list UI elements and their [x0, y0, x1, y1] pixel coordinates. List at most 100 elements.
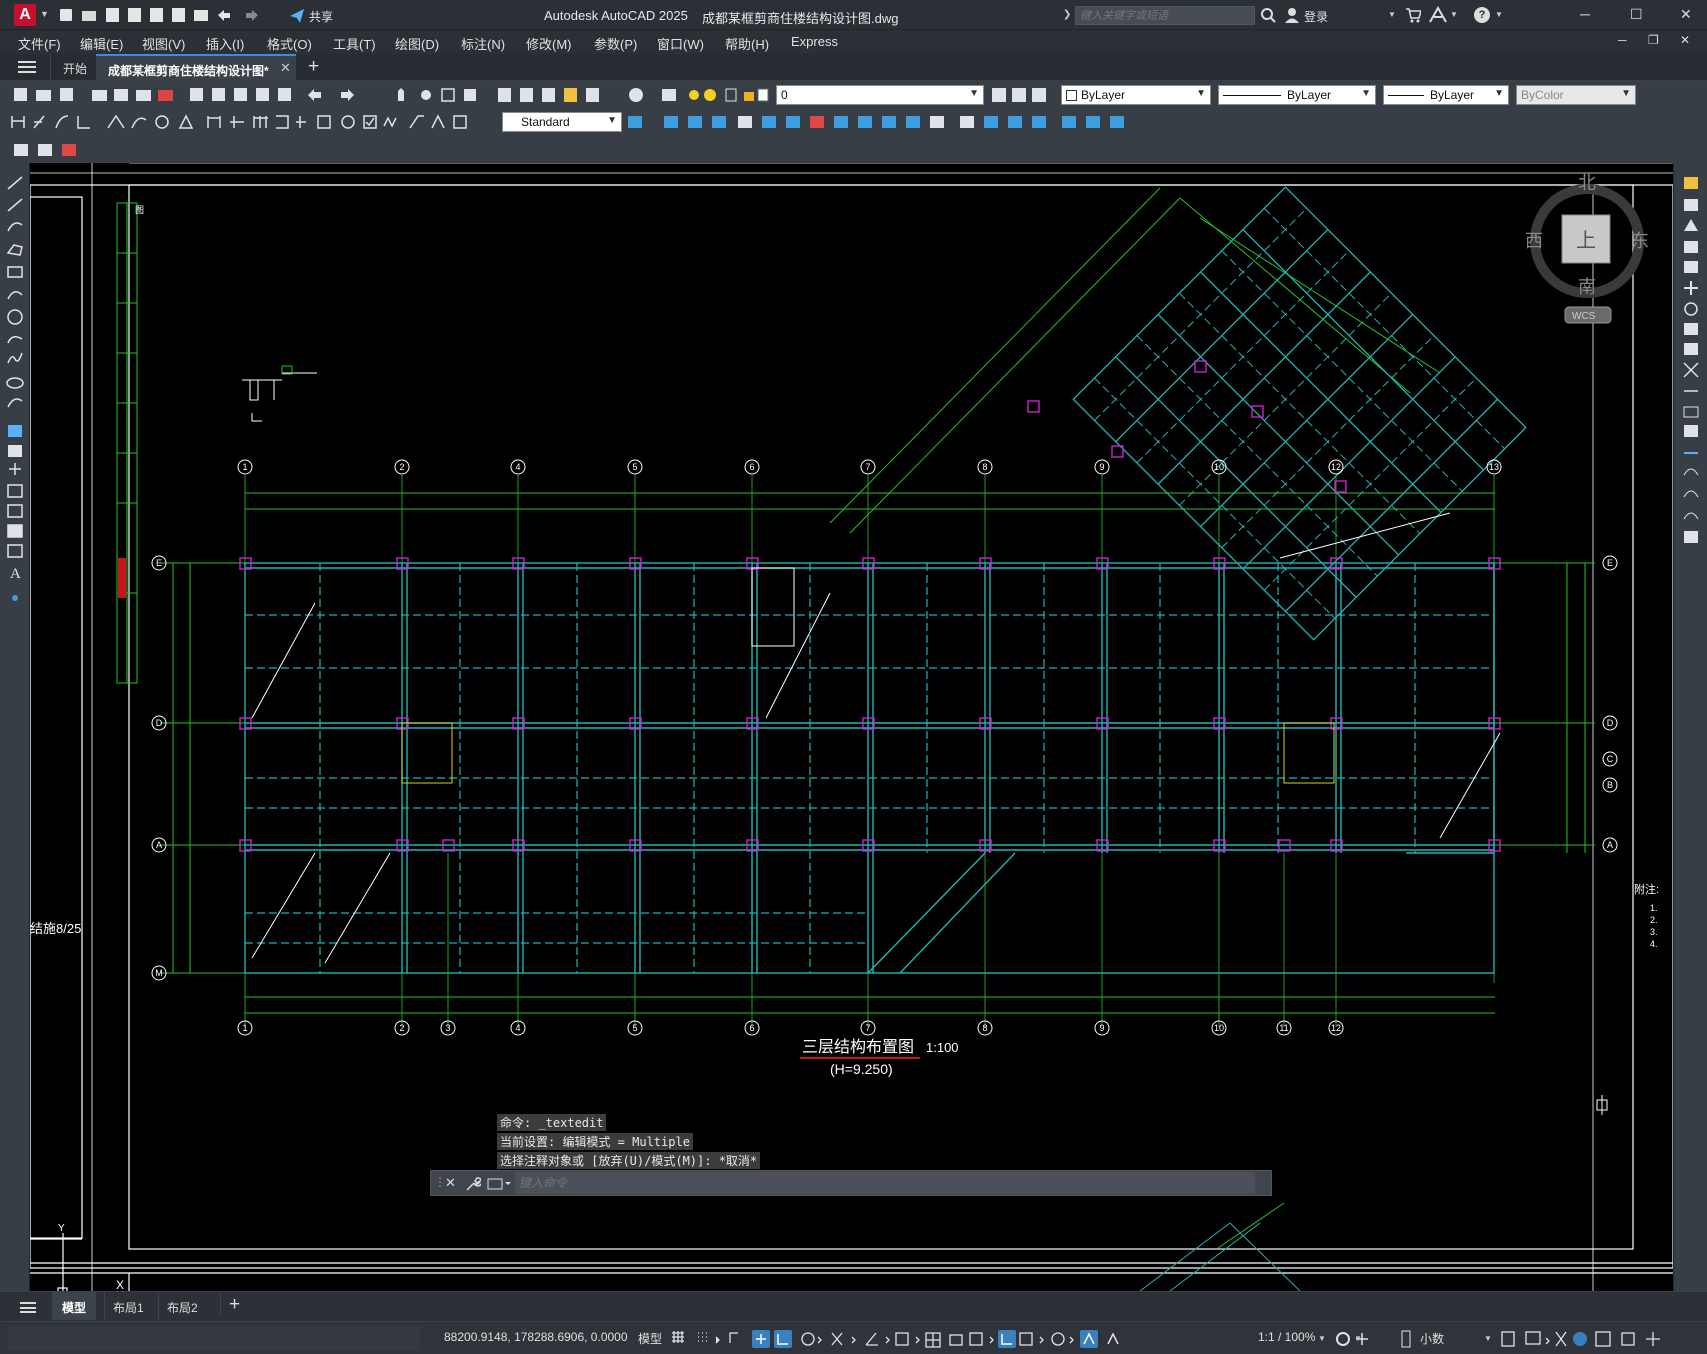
stair-annotations — [251, 512, 1501, 964]
layout-tab-bar: 模型 布局1 布局2 + — [0, 1291, 1707, 1321]
wrench-icon[interactable] — [465, 1176, 481, 1192]
modify-tool-icons[interactable] — [1674, 163, 1707, 563]
drawing-canvas[interactable]: 图 上 北 南 东 西 WCS 1 2 4 5 6 7 8 9 10 12 13… — [30, 163, 1673, 1291]
svg-text:B: B — [1607, 780, 1613, 790]
svg-text:2: 2 — [399, 1023, 404, 1033]
status-right-icons[interactable] — [1500, 1328, 1700, 1350]
doc-restore-button[interactable]: ❐ — [1648, 33, 1659, 47]
autocad-logo[interactable]: A — [14, 4, 36, 26]
add-layout-icon[interactable]: + — [220, 1294, 240, 1316]
color-dropdown[interactable]: ByLayer ▼ — [1061, 85, 1211, 105]
search-chevron-icon[interactable]: ❯ — [1063, 9, 1071, 20]
tab-drawing-active[interactable]: 成都某框剪商住楼结构设计图* — [96, 54, 296, 81]
drawing-title: 三层结构布置图 — [802, 1037, 914, 1056]
tab-layout2[interactable]: 布局2 — [158, 1292, 206, 1320]
menu-express[interactable]: Express — [791, 34, 838, 49]
misc-toolbar-icons[interactable] — [12, 140, 82, 160]
layout-menu-icon[interactable] — [20, 1302, 36, 1313]
command-close-icon[interactable]: ✕ — [445, 1175, 456, 1191]
tab-start[interactable]: 开始 — [50, 54, 99, 81]
textstyle-dropdown[interactable]: Standard ▼ — [502, 112, 622, 132]
layer-dropdown[interactable]: 0 ▼ — [776, 85, 984, 105]
dimension-toolbar-icons[interactable] — [8, 112, 503, 132]
secondary-beams — [245, 563, 1494, 973]
menu-dimension[interactable]: 标注(N) — [461, 34, 505, 53]
open-icon — [82, 11, 96, 21]
layer-state-icons[interactable] — [660, 85, 770, 105]
draw-tool-icons[interactable]: A — [0, 163, 30, 623]
menu-parametric[interactable]: 参数(P) — [594, 34, 637, 53]
units-dropdown-icon[interactable]: ▼ — [1484, 1334, 1492, 1343]
menu-tools[interactable]: 工具(T) — [333, 34, 376, 53]
menu-draw[interactable]: 绘图(D) — [395, 34, 439, 53]
plot-icon — [194, 10, 208, 21]
doc-minimize-button[interactable]: ─ — [1618, 33, 1627, 47]
model-space-toggle[interactable]: 模型 — [638, 1330, 662, 1347]
command-input[interactable] — [515, 1172, 1255, 1194]
search-input[interactable] — [1075, 6, 1255, 25]
new-tab-icon[interactable]: + — [308, 56, 319, 78]
share-button[interactable]: 共享 — [309, 8, 333, 25]
command-prompt-icon[interactable] — [487, 1177, 511, 1191]
viewcube-north[interactable]: 北 — [1578, 173, 1596, 193]
linetype-dropdown[interactable]: ByLayer ▼ — [1218, 85, 1376, 105]
menu-edit[interactable]: 编辑(E) — [80, 34, 123, 53]
menu-insert[interactable]: 插入(I) — [206, 34, 244, 53]
cart-icon[interactable] — [1405, 7, 1421, 23]
ucs-y-label: Y — [58, 1223, 65, 1234]
axis-bubbles-left — [151, 555, 167, 981]
login-button[interactable]: 登录 — [1304, 8, 1328, 25]
help-dropdown-icon[interactable]: ▼ — [1495, 10, 1503, 19]
menu-window[interactable]: 窗口(W) — [657, 34, 704, 53]
svg-text:5: 5 — [632, 462, 637, 472]
doc-close-button[interactable]: ✕ — [1680, 33, 1690, 47]
layer-tools-icons[interactable] — [990, 85, 1050, 105]
hamburger-menu-icon[interactable] — [18, 61, 36, 73]
tab-model[interactable]: 模型 — [52, 1292, 97, 1320]
save-icon — [106, 8, 119, 22]
viewcube-south[interactable]: 南 — [1578, 277, 1596, 297]
scale-dropdown-icon[interactable]: ▼ — [1318, 1334, 1326, 1343]
user-icon — [1285, 8, 1299, 23]
help-icon[interactable]: ? — [1474, 7, 1490, 23]
menu-view[interactable]: 视图(V) — [142, 34, 185, 53]
svg-text:E: E — [1607, 558, 1613, 568]
wcs-menu[interactable]: WCS — [1572, 311, 1596, 322]
autodesk-apps-icon[interactable] — [1428, 6, 1448, 24]
menu-file[interactable]: 文件(F) — [18, 34, 61, 53]
left-sheet-reference: 结施8/25 — [30, 921, 81, 936]
units-value[interactable]: 小数 — [1420, 1330, 1444, 1347]
menu-help[interactable]: 帮助(H) — [725, 34, 769, 53]
save-web-icon — [150, 8, 163, 22]
file-title: 成都某框剪商住楼结构设计图.dwg — [702, 11, 899, 26]
modify-toolbar-icons[interactable] — [626, 112, 1136, 132]
beam-grid — [244, 562, 1495, 974]
viewcube-top-face[interactable]: 上 — [1576, 229, 1596, 252]
viewcube-west[interactable]: 西 — [1525, 231, 1543, 251]
tab-close-icon[interactable]: ✕ — [280, 60, 291, 76]
close-button[interactable]: ✕ — [1680, 6, 1692, 23]
maximize-button[interactable]: ☐ — [1630, 6, 1643, 23]
minimize-button[interactable]: ─ — [1580, 6, 1590, 22]
annotation-scale[interactable]: 1:1 / 100% — [1258, 1330, 1315, 1344]
standard-toolbar-icons[interactable] — [8, 85, 678, 105]
logo-dropdown-icon[interactable]: ▼ — [40, 9, 49, 19]
login-dropdown-icon[interactable]: ▼ — [1388, 10, 1396, 19]
coordinate-readout[interactable]: 88200.9148, 178288.6906, 0.0000 — [444, 1330, 628, 1344]
status-toggle-icons[interactable] — [670, 1329, 1250, 1349]
menu-modify[interactable]: 修改(M) — [526, 34, 572, 53]
lineweight-dropdown[interactable]: ByLayer ▼ — [1383, 85, 1509, 105]
svg-text:1: 1 — [242, 462, 247, 472]
apps-dropdown-icon[interactable]: ▼ — [1450, 10, 1458, 19]
search-icon[interactable] — [1260, 7, 1276, 23]
app-title: Autodesk AutoCAD 2025 — [544, 8, 688, 23]
tab-layout1[interactable]: 布局1 — [104, 1292, 152, 1320]
share-icon — [290, 9, 304, 23]
ucs-x-mark: X — [116, 1278, 124, 1291]
viewcube-east[interactable]: 东 — [1631, 231, 1649, 251]
menu-format[interactable]: 格式(O) — [267, 34, 312, 53]
viewcube[interactable]: 上 北 南 东 西 WCS — [1525, 173, 1649, 324]
plotstyle-dropdown[interactable]: ByColor ▼ — [1516, 85, 1636, 105]
tab-drawing-label: 成都某框剪商住楼结构设计图* — [108, 64, 269, 78]
settings-dropdown-icon[interactable]: ▼ — [1354, 1334, 1362, 1343]
